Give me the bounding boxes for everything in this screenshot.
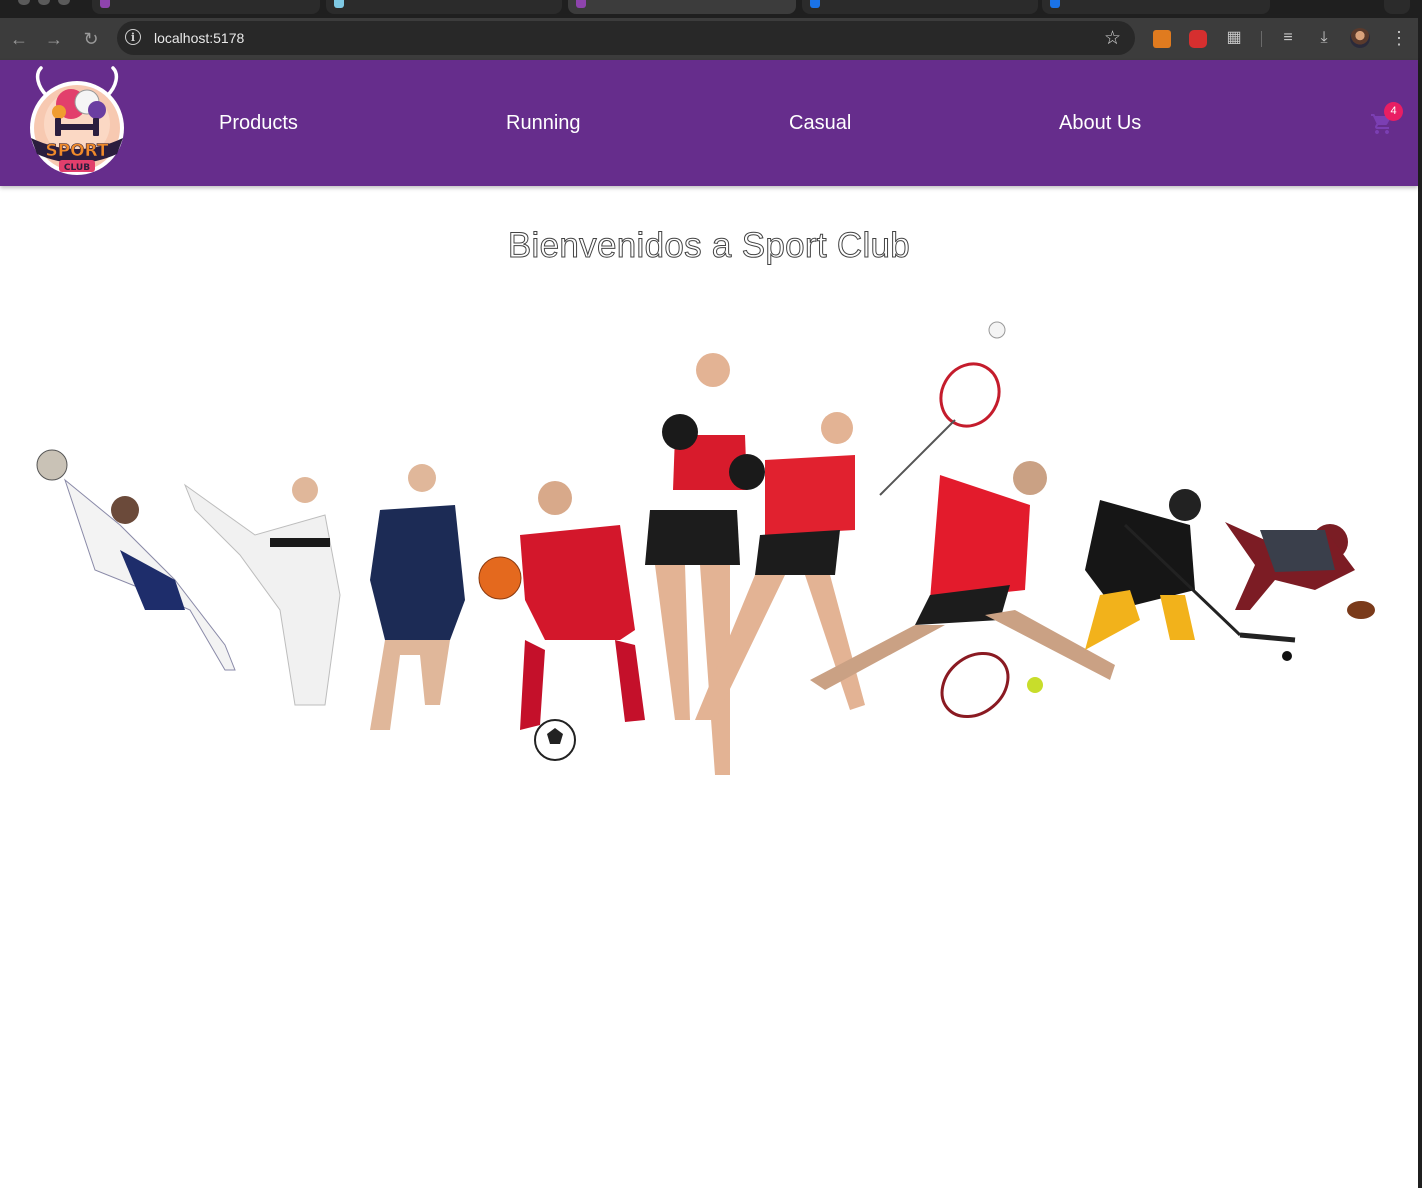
window-close-button[interactable] — [18, 0, 30, 5]
tab-search-button[interactable] — [1384, 0, 1410, 14]
media-control-icon[interactable]: ≡ — [1278, 28, 1298, 48]
browser-tab-strip — [0, 0, 1422, 18]
download-icon[interactable]: ⤓ — [1314, 28, 1334, 48]
american-football-figure — [1225, 522, 1375, 619]
browser-toolbar: ← → ↻ i localhost:5178 ☆ ▦ ≡ ⤓ ⋮ — [0, 18, 1422, 60]
karate-figure — [183, 477, 341, 706]
profile-avatar[interactable] — [1350, 28, 1370, 48]
window-edge — [1418, 18, 1422, 1188]
soccer-figure — [520, 481, 645, 761]
toolbar-divider — [1261, 31, 1262, 47]
window-minimize-button[interactable] — [38, 0, 50, 5]
cart-count-badge: 4 — [1384, 102, 1403, 121]
page-title: Bienvenidos a Sport Club — [507, 226, 911, 266]
extension-orange-icon[interactable] — [1153, 30, 1171, 48]
browser-tab[interactable] — [92, 0, 320, 14]
browser-tab[interactable] — [802, 0, 1038, 14]
extension-red-icon[interactable] — [1189, 30, 1207, 48]
tab-favicon — [576, 0, 586, 8]
tab-favicon — [100, 0, 110, 8]
site-info-icon[interactable]: i — [125, 29, 141, 45]
browser-tab[interactable] — [326, 0, 562, 14]
nav-link-casual[interactable]: Casual — [789, 112, 851, 135]
logo-text-club: CLUB — [64, 163, 90, 173]
nav-link-about-us[interactable]: About Us — [1059, 112, 1141, 135]
forward-icon[interactable]: → — [41, 26, 67, 52]
extensions-puzzle-icon[interactable]: ▦ — [1224, 28, 1244, 48]
athletes-hero-image — [36, 321, 1375, 775]
site-header: SPORT CLUB Products Running Casual About… — [0, 60, 1418, 186]
menu-kebab-icon[interactable]: ⋮ — [1390, 28, 1408, 48]
basketball-figure — [370, 464, 522, 730]
logo-text-sport: SPORT — [45, 141, 108, 161]
reload-icon[interactable]: ↻ — [78, 26, 104, 52]
browser-tab[interactable] — [1042, 0, 1270, 14]
window-maximize-button[interactable] — [58, 0, 70, 5]
address-bar-url[interactable]: localhost:5178 — [154, 30, 244, 46]
nav-link-products[interactable]: Products — [219, 112, 298, 135]
sport-club-logo[interactable]: SPORT CLUB — [25, 66, 129, 178]
tab-favicon — [334, 0, 344, 8]
nav-link-running[interactable]: Running — [506, 112, 581, 135]
back-icon[interactable]: ← — [6, 26, 32, 52]
address-bar[interactable]: i localhost:5178 ☆ — [117, 21, 1135, 55]
browser-tab-active[interactable] — [568, 0, 796, 14]
bookmark-star-icon[interactable]: ☆ — [1104, 27, 1121, 50]
tab-favicon — [1050, 0, 1060, 8]
tab-favicon — [810, 0, 820, 8]
rugby-player-figure — [36, 449, 236, 671]
